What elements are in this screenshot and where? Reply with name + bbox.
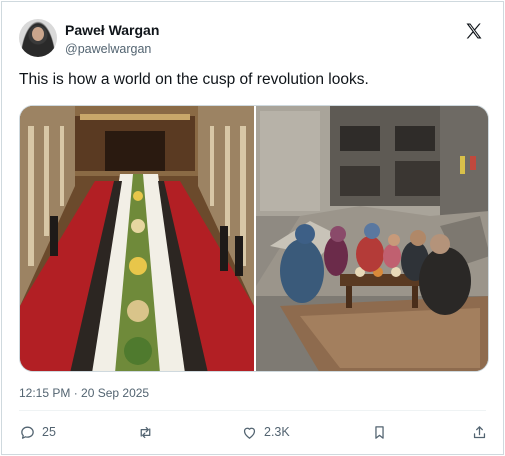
post-timestamp[interactable]: 12:15 PM · 20 Sep 2025 [19, 386, 149, 400]
post-header: Paweł Wargan @pawelwargan [19, 19, 486, 59]
share-icon [473, 425, 486, 438]
author-block[interactable]: Paweł Wargan @pawelwargan [65, 22, 159, 57]
banquet-hall-photo[interactable] [20, 106, 254, 372]
x-logo-icon[interactable] [464, 21, 484, 41]
retweet-icon [140, 426, 151, 438]
post-card[interactable]: Paweł Wargan @pawelwargan This is how a … [1, 1, 504, 455]
like-icon [243, 427, 256, 439]
share-button[interactable] [471, 420, 488, 444]
divider [19, 410, 486, 411]
bookmark-button[interactable] [371, 420, 388, 444]
rubble-family-meal-photo[interactable] [256, 106, 489, 372]
like-button[interactable]: 2.3K [241, 420, 290, 444]
author-display-name[interactable]: Paweł Wargan [65, 22, 159, 39]
reply-button[interactable]: 25 [19, 420, 56, 444]
reply-count: 25 [42, 425, 56, 439]
author-handle[interactable]: @pawelwargan [65, 41, 159, 57]
retweet-button[interactable] [137, 420, 160, 444]
like-count: 2.3K [264, 425, 290, 439]
action-bar: 25 2.3K [19, 420, 486, 444]
reply-icon [21, 426, 34, 439]
bookmark-icon [375, 425, 384, 439]
avatar[interactable] [19, 19, 57, 57]
post-media[interactable] [19, 105, 489, 372]
avatar-face [32, 27, 44, 41]
post-text: This is how a world on the cusp of revol… [19, 71, 369, 88]
